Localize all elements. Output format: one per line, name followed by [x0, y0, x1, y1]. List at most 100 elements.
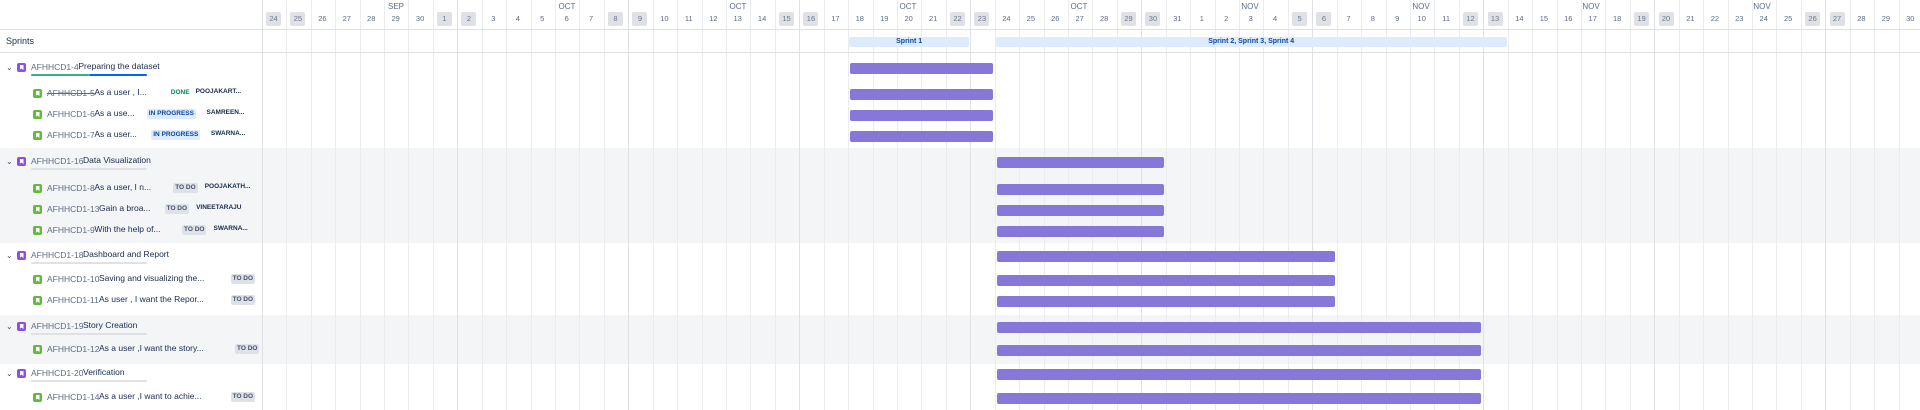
timeline-bar[interactable]	[850, 131, 993, 142]
grid-column-line	[506, 0, 508, 410]
timeline-bar[interactable]	[850, 63, 993, 74]
story-icon	[33, 184, 42, 193]
grid-column-line	[1483, 0, 1485, 410]
issue-key[interactable]: AFHHCD1-7	[47, 130, 95, 140]
epic-row[interactable]: ⌄ AFHHCD1-20 Verification	[0, 364, 262, 384]
story-icon	[33, 205, 42, 214]
day-label: 27	[1829, 12, 1845, 26]
story-row[interactable]: AFHHCD1-9 With the help of... TO DO SWARNA.…	[0, 221, 262, 241]
month-label: OCT	[558, 2, 576, 11]
day-label: 4	[515, 14, 520, 23]
issue-key[interactable]: AFHHCD1-19	[31, 321, 83, 331]
progress-bar	[31, 380, 147, 382]
issue-summary: Verification	[83, 367, 125, 377]
day-label: 31	[1173, 14, 1182, 23]
story-row[interactable]: AFHHCD1-11 As user , I want the Repor... T…	[0, 291, 262, 311]
story-row[interactable]: AFHHCD1-14 As a user ,I want to achie... T…	[0, 388, 262, 408]
grid-column-line	[945, 0, 947, 410]
story-icon	[33, 89, 42, 98]
day-label: 14	[757, 14, 767, 23]
sprint-bar[interactable]: Sprint 1	[849, 37, 970, 47]
epic-row[interactable]: ⌄ AFHHCD1-16 Data Visualization	[0, 152, 262, 172]
day-label: 27	[342, 14, 351, 23]
issue-key[interactable]: AFHHCD1-16	[31, 156, 83, 166]
chevron-down-icon[interactable]: ⌄	[6, 322, 13, 331]
issue-key[interactable]: AFHHCD1-4	[31, 62, 79, 72]
header-divider	[0, 29, 1920, 30]
issue-key[interactable]: AFHHCD1-14	[47, 392, 99, 402]
epic-row[interactable]: ⌄ AFHHCD1-19 Story Creation	[0, 317, 262, 337]
timeline-bar[interactable]	[996, 157, 1164, 168]
epic-row[interactable]: ⌄ AFHHCD1-4 Preparing the dataset	[0, 58, 262, 78]
progress-bar	[31, 74, 147, 76]
day-label: 15	[779, 12, 795, 26]
roadmap-timeline: SEP OCT OCT OCT OCT NOV NOV NOV NOV 24 25 26 27 28 29 3…	[0, 0, 1920, 410]
timeline-bar[interactable]	[996, 369, 1482, 380]
timeline-bar[interactable]	[850, 89, 993, 100]
day-label: 28	[1099, 14, 1109, 23]
story-row[interactable]: AFHHCD1-7 As a user... IN PROGRESS SWARNA..…	[0, 126, 262, 146]
status-badge: TO DO	[230, 295, 256, 305]
issue-key[interactable]: AFHHCD1-13	[47, 204, 99, 214]
timeline-bar[interactable]	[996, 184, 1164, 195]
status-badge: IN PROGRESS	[146, 109, 196, 119]
status-badge: DONE	[168, 88, 192, 98]
chevron-down-icon[interactable]: ⌄	[6, 63, 13, 72]
issue-key[interactable]: AFHHCD1-20	[31, 368, 83, 378]
day-label: 24	[266, 12, 281, 26]
chevron-down-icon[interactable]: ⌄	[6, 251, 13, 260]
issue-key[interactable]: AFHHCD1-5	[47, 88, 95, 98]
timeline-bar[interactable]	[996, 345, 1482, 356]
issue-key[interactable]: AFHHCD1-11	[47, 295, 99, 305]
day-label: 30	[415, 14, 425, 23]
grid-column-line	[1776, 0, 1778, 410]
day-label: 26	[318, 14, 327, 23]
timeline-bar[interactable]	[996, 275, 1335, 286]
issue-key[interactable]: AFHHCD1-6	[47, 109, 95, 119]
issue-key[interactable]: AFHHCD1-12	[47, 344, 99, 354]
chevron-down-icon[interactable]: ⌄	[6, 157, 13, 166]
story-icon	[33, 296, 42, 305]
issue-summary: As a user ,I want to achie...	[99, 391, 202, 401]
day-label: 8	[608, 12, 624, 26]
timeline-bar[interactable]	[996, 205, 1164, 216]
day-label: 10	[660, 14, 669, 23]
story-icon	[33, 275, 42, 284]
day-label: 12	[1463, 12, 1479, 26]
grid-column-line	[921, 0, 923, 410]
issue-key[interactable]: AFHHCD1-8	[47, 183, 95, 193]
story-row[interactable]: AFHHCD1-13 Gain a broa... TO DO VINEETARAJU	[0, 200, 262, 220]
story-row[interactable]: AFHHCD1-8 As a user, I n... TO DO POOJAKATH…	[0, 179, 262, 199]
timeline-bar[interactable]	[996, 226, 1164, 237]
timeline-bar[interactable]	[996, 322, 1482, 333]
day-label: 1	[437, 12, 452, 26]
day-label: 23	[974, 12, 990, 26]
timeline-bar[interactable]	[996, 393, 1482, 404]
chevron-down-icon[interactable]: ⌄	[6, 369, 13, 378]
grid-column-line	[994, 0, 996, 410]
month-label: OCT	[899, 2, 917, 11]
grid-column-line	[1898, 0, 1900, 410]
grid-column-line	[725, 0, 727, 410]
epic-row[interactable]: ⌄ AFHHCD1-18 Dashboard and Report	[0, 246, 262, 266]
sprint-bar[interactable]: Sprint 2, Sprint 3, Sprint 4	[995, 37, 1507, 47]
epic-icon	[17, 157, 26, 166]
timeline-bar[interactable]	[996, 296, 1335, 307]
story-row[interactable]: AFHHCD1-5 As a user , I... DONE POOJAKART..…	[0, 84, 262, 104]
day-label: 30	[1145, 12, 1161, 26]
issue-summary: Data Visualization	[83, 155, 151, 165]
day-label: 27	[1075, 14, 1084, 23]
grid-column-line	[1629, 0, 1631, 410]
month-label: OCT	[729, 2, 747, 11]
timeline-bar[interactable]	[850, 110, 993, 121]
issue-key[interactable]: AFHHCD1-10	[47, 274, 99, 284]
timeline-bar[interactable]	[996, 251, 1335, 262]
day-label: 16	[803, 12, 819, 26]
issue-key[interactable]: AFHHCD1-18	[31, 250, 83, 260]
grid-column-line	[799, 0, 801, 410]
story-row[interactable]: AFHHCD1-6 As a use... IN PROGRESS SAMREEN..…	[0, 105, 262, 125]
grid-column-line	[701, 0, 703, 410]
story-row[interactable]: AFHHCD1-10 Saving and visualizing the... T…	[0, 270, 262, 290]
issue-key[interactable]: AFHHCD1-9	[47, 225, 95, 235]
story-row[interactable]: AFHHCD1-12 As a user ,I want the story...…	[0, 340, 262, 360]
